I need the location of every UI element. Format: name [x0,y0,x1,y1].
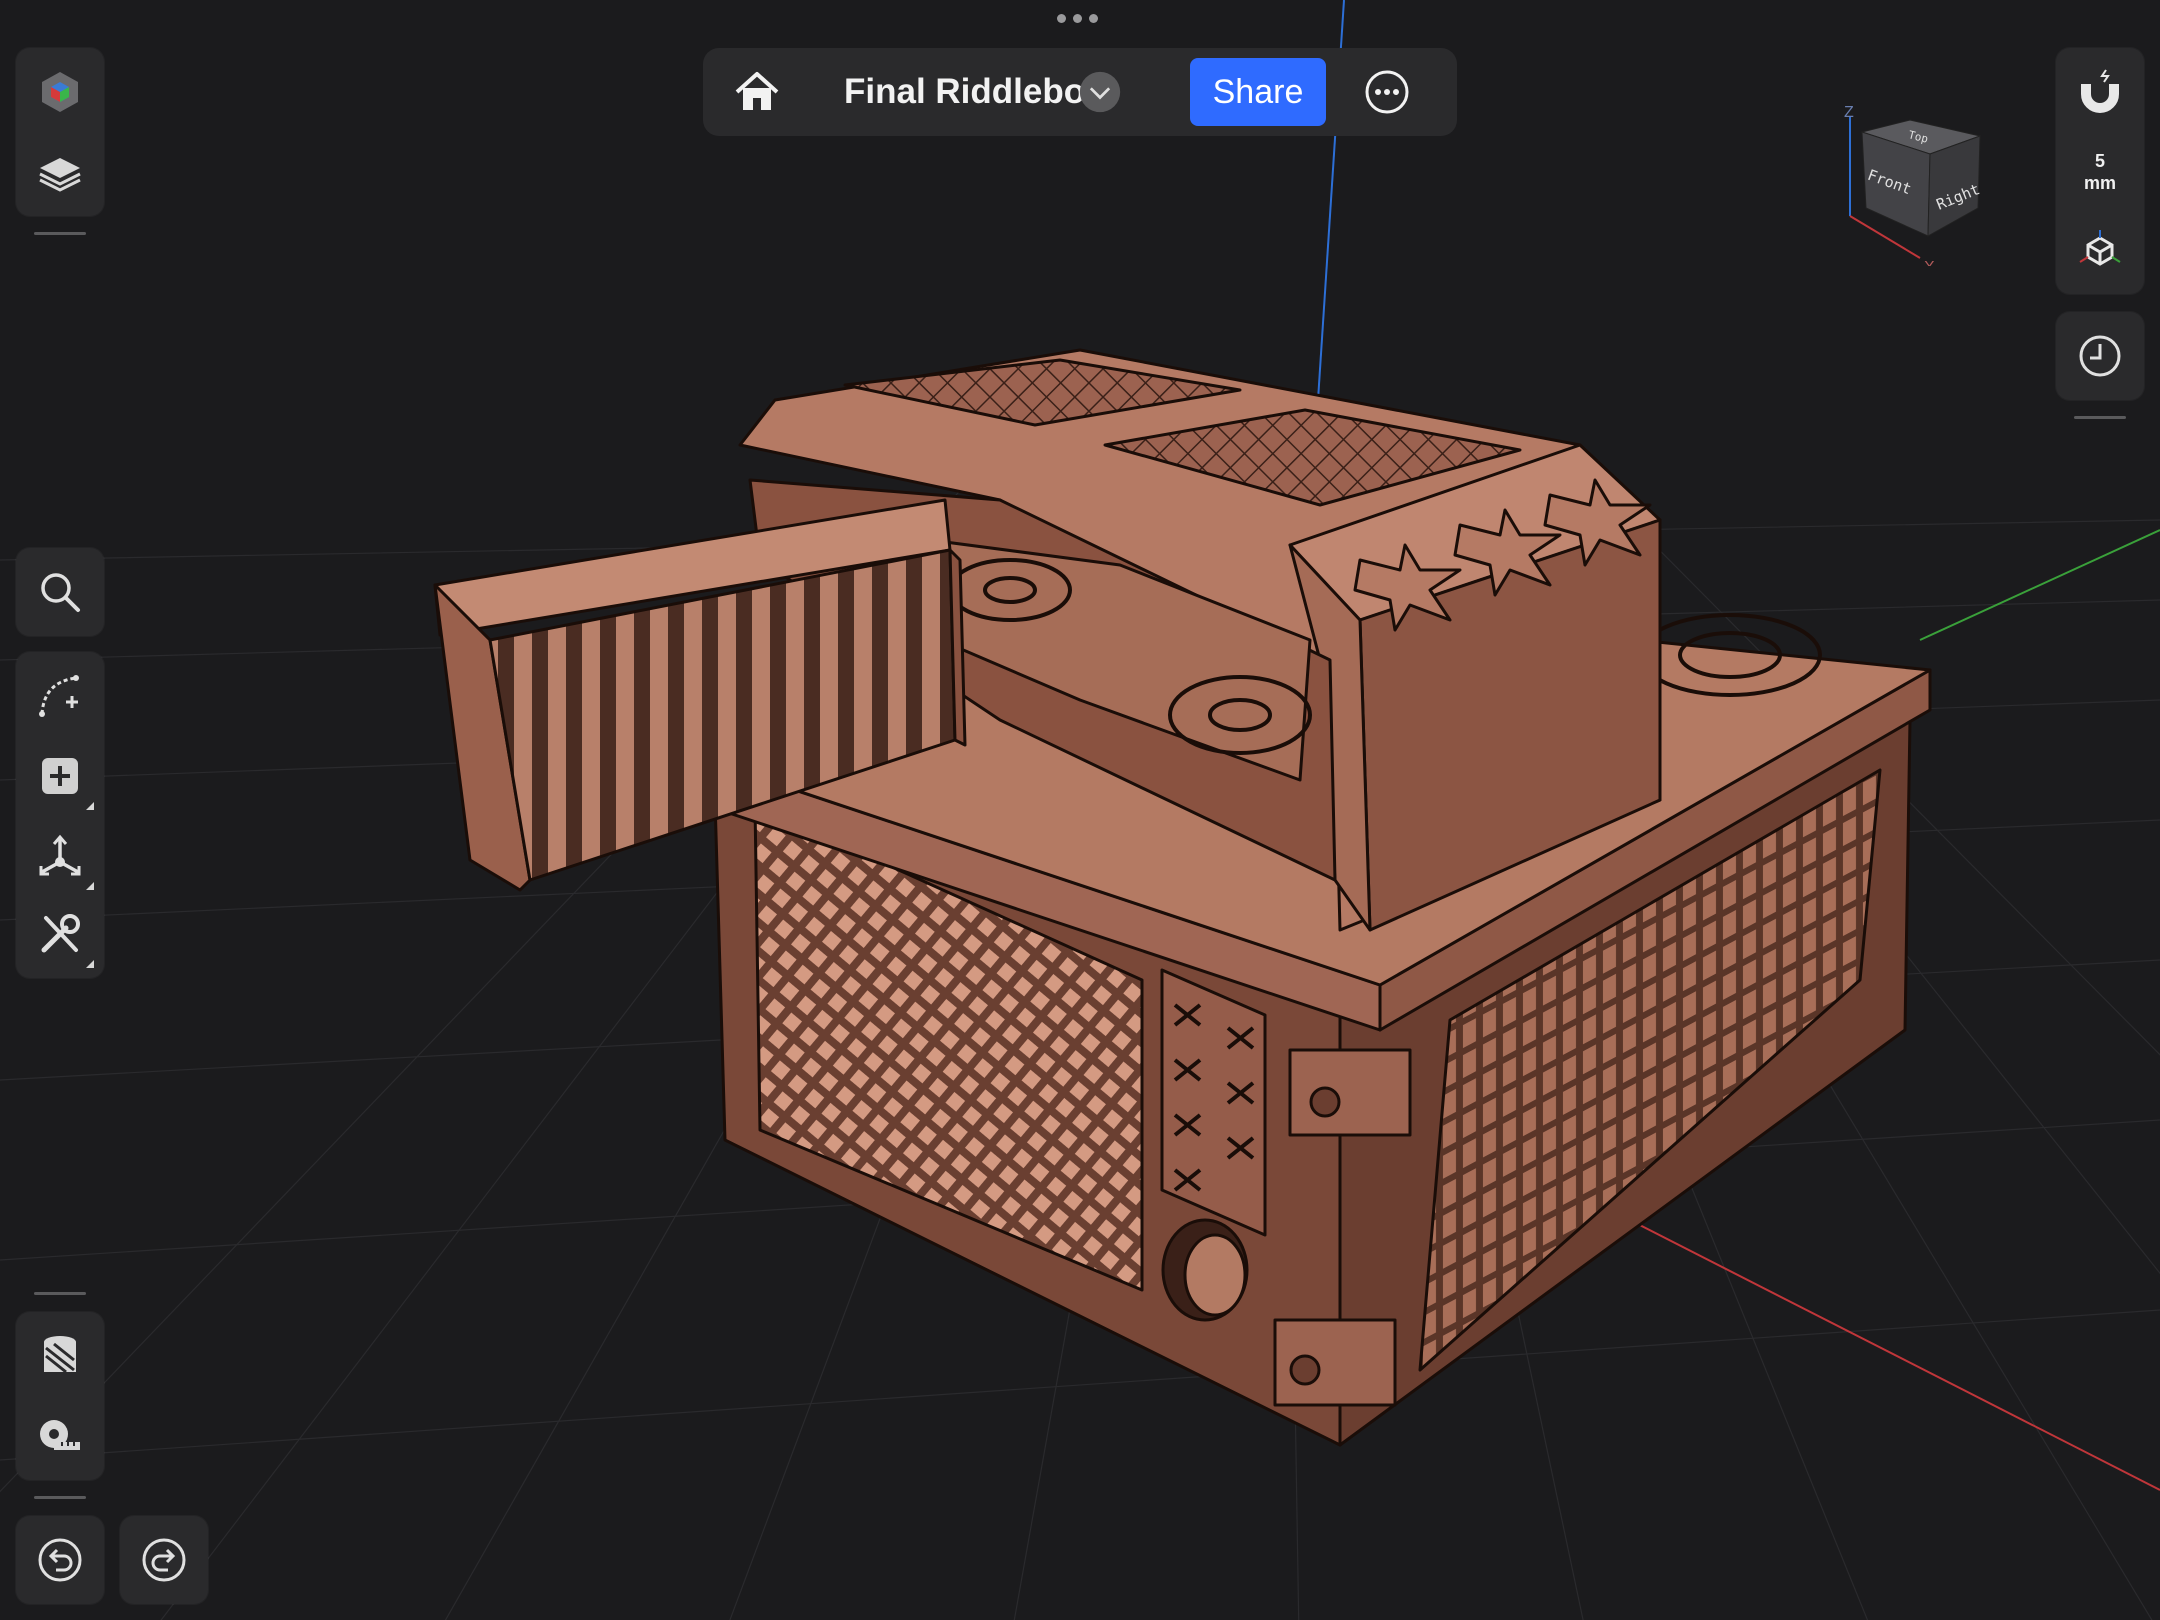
sketch-curve-icon [39,675,79,717]
separator [34,1292,86,1295]
more-options-icon [1365,70,1409,114]
axis-z-label: Z [1844,104,1854,121]
layers-icon [39,158,81,192]
redo-panel [120,1516,208,1604]
snap-value: 5 [2094,151,2105,171]
handle-dot [1073,14,1082,23]
separator [2074,416,2126,419]
add-shape-button[interactable] [16,732,104,820]
search-icon [41,573,80,612]
colored-cube-icon [42,72,78,112]
view-mode-icon [2079,230,2121,266]
more-options-button[interactable] [1343,48,1431,136]
redo-icon [142,1538,186,1582]
drag-handle[interactable] [1057,14,1098,23]
history-button[interactable] [2056,312,2144,400]
left-top-panel [16,48,104,216]
search-button[interactable] [16,548,104,636]
share-button[interactable]: Share [1190,58,1326,126]
title-dropdown-button[interactable] [1072,48,1128,136]
tools-button[interactable] [16,890,104,978]
separator [34,232,86,235]
home-icon [735,72,779,110]
separator [34,1496,86,1499]
measure-tape-icon [40,1420,80,1450]
undo-button[interactable] [16,1516,104,1604]
home-button[interactable] [713,48,801,136]
transform-button[interactable] [16,812,104,900]
redo-button[interactable] [120,1516,208,1604]
history-clock-icon [2079,335,2121,377]
document-toolbar: Final Riddlebox Share [703,48,1457,136]
axis-x-label: X [1924,259,1935,266]
view-cube[interactable]: Z X Top Front Right [1820,96,1990,266]
add-shape-icon [42,758,78,794]
sketch-button[interactable] [16,652,104,740]
document-title[interactable]: Final Riddlebox [844,48,1105,136]
tools-icon [41,914,80,953]
measure-button[interactable] [16,1392,104,1480]
handle-dot [1057,14,1066,23]
layers-button[interactable] [16,128,104,216]
undo-icon [38,1538,82,1582]
search-panel [16,548,104,636]
handle-dot [1089,14,1098,23]
chevron-down-icon [1079,71,1121,113]
transform-icon [39,834,81,876]
snap-toggle-button[interactable] [2056,48,2144,136]
axis-y-line [1919,529,2160,641]
material-icon [44,1336,76,1374]
view-mode-button[interactable] [2056,206,2144,294]
material-button[interactable] [16,1312,104,1400]
snap-unit: mm [2083,173,2116,193]
app-menu-button[interactable] [16,48,104,136]
history-panel [2056,312,2144,400]
axis-x-line [1619,1214,2160,1491]
modeling-tools-panel [16,652,104,978]
riddlebox-model[interactable] [433,348,1932,1447]
analysis-panel [16,1312,104,1480]
snap-increment-readout[interactable]: 5 mm [2056,150,2144,194]
magnet-icon [2081,69,2119,113]
undo-panel [16,1516,104,1604]
